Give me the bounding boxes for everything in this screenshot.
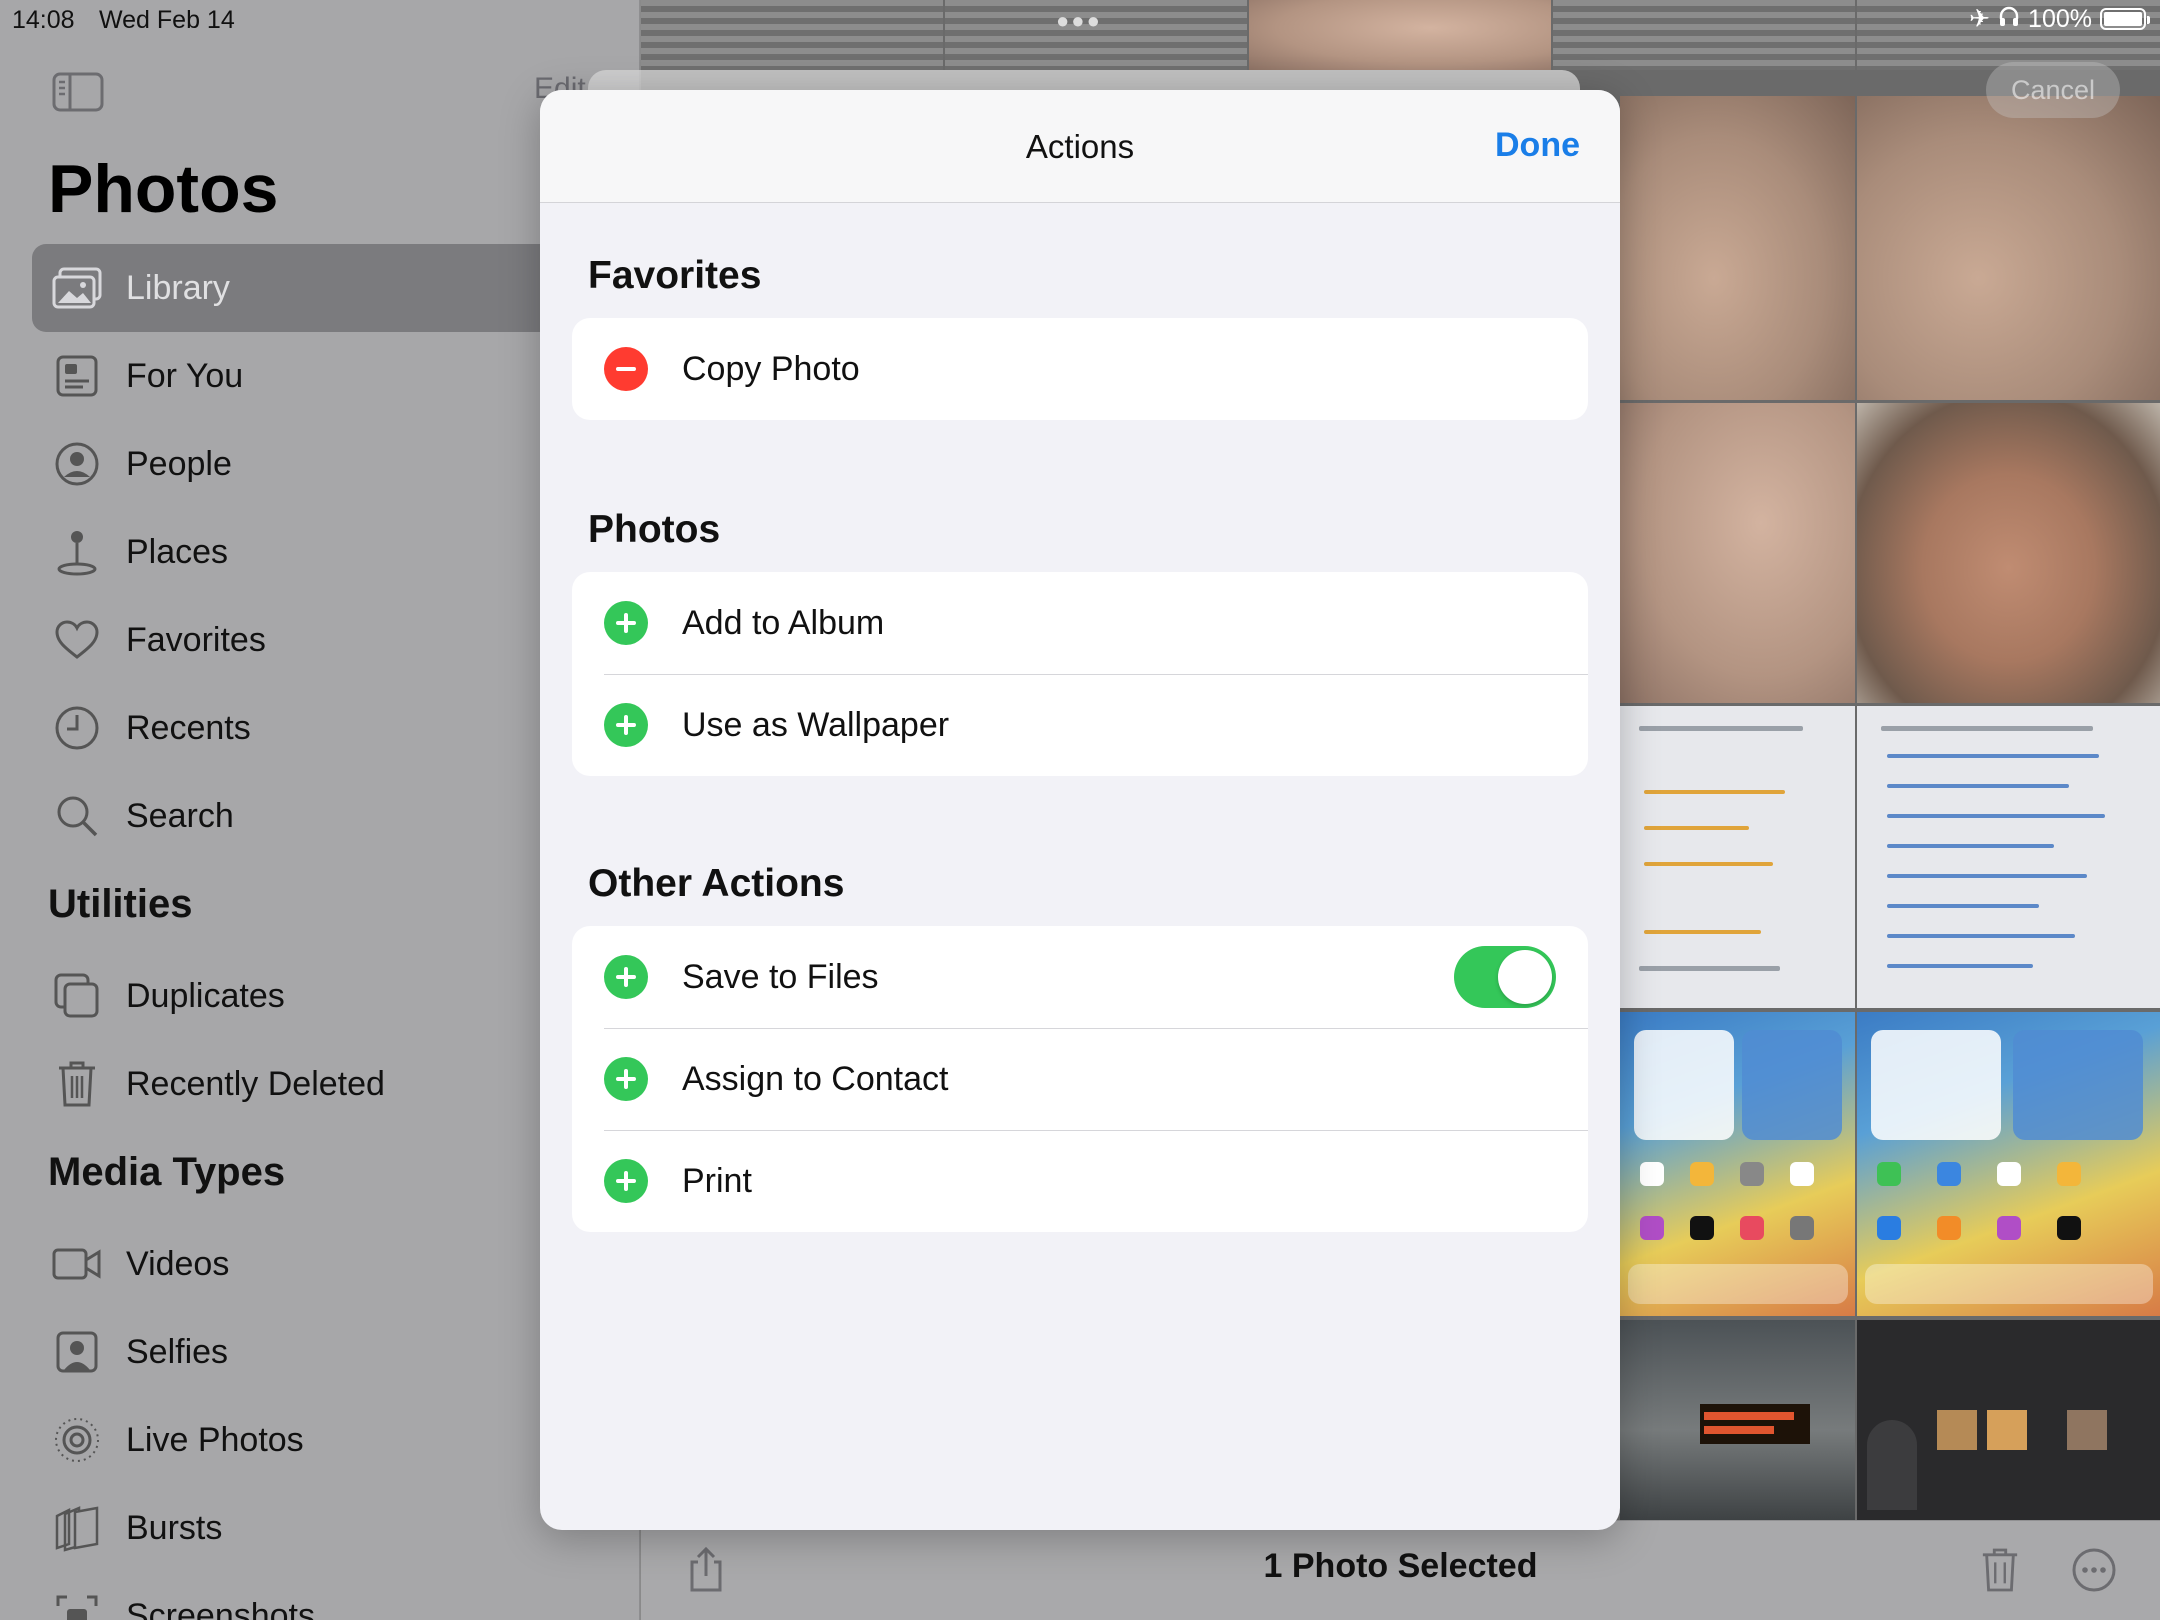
- sidebar-item-screenshots[interactable]: Screenshots: [32, 1572, 652, 1620]
- headphones-icon: [1998, 5, 2020, 34]
- media-types-section-title[interactable]: Media Types: [48, 1150, 285, 1195]
- photo-thumbnail[interactable]: [1857, 706, 2160, 1008]
- add-icon[interactable]: [604, 703, 648, 747]
- for-you-icon: [50, 349, 104, 403]
- action-label: Assign to Contact: [682, 1059, 949, 1098]
- trash-icon[interactable]: [1975, 1545, 2025, 1595]
- photo-thumbnail[interactable]: [1857, 1012, 2160, 1316]
- action-row-print[interactable]: Print: [572, 1130, 1588, 1232]
- screenshot-icon: [50, 1589, 104, 1620]
- sidebar-item-label: Duplicates: [126, 976, 285, 1015]
- action-row-assign-to-contact[interactable]: Assign to Contact: [572, 1028, 1588, 1130]
- bottom-toolbar: 1 Photo Selected: [641, 1520, 2160, 1620]
- sidebar-item-label: Live Photos: [126, 1420, 304, 1459]
- photo-thumbnail[interactable]: [1857, 96, 2160, 400]
- photo-thumbnail[interactable]: [1857, 403, 2160, 703]
- clock-icon: [50, 701, 104, 755]
- sidebar-item-label: Library: [126, 268, 230, 307]
- other-actions-group: Save to Files Assign to Contact Print: [572, 926, 1588, 1232]
- airplane-mode-icon: ✈: [1969, 5, 1991, 33]
- trash-icon: [50, 1057, 104, 1111]
- utilities-section-title[interactable]: Utilities: [48, 882, 192, 927]
- photo-thumbnail[interactable]: [1620, 96, 1855, 400]
- sidebar-item-label: Search: [126, 796, 234, 835]
- photos-group: Add to Album Use as Wallpaper: [572, 572, 1588, 776]
- action-label: Use as Wallpaper: [682, 705, 950, 744]
- sidebar-item-label: Favorites: [126, 620, 266, 659]
- photo-thumbnail[interactable]: [1620, 706, 1855, 1008]
- selfie-icon: [50, 1325, 104, 1379]
- actions-sheet: Actions Done Favorites Copy Photo Photos…: [540, 90, 1620, 1530]
- group-title-favorites: Favorites: [588, 254, 762, 297]
- favorites-group: Copy Photo: [572, 318, 1588, 420]
- action-row-copy-photo[interactable]: Copy Photo: [572, 318, 1588, 420]
- status-date: Wed Feb 14: [99, 6, 235, 34]
- sidebar-item-label: People: [126, 444, 232, 483]
- action-label: Add to Album: [682, 603, 885, 642]
- add-icon[interactable]: [604, 955, 648, 999]
- action-label: Save to Files: [682, 957, 879, 996]
- status-time: 14:08: [12, 6, 75, 34]
- sidebar-toggle-icon[interactable]: [52, 72, 104, 112]
- sheet-title: Actions: [1025, 128, 1135, 165]
- sidebar-item-label: Places: [126, 532, 229, 571]
- battery-icon: [2100, 8, 2150, 30]
- sidebar-item-label: Selfies: [126, 1332, 229, 1371]
- sidebar-item-label: Bursts: [126, 1508, 223, 1547]
- toggle-knob: [1498, 950, 1552, 1004]
- map-pin-icon: [50, 525, 104, 579]
- photo-library-icon: [50, 261, 104, 315]
- sidebar-item-label: For You: [126, 356, 244, 395]
- photo-thumbnail[interactable]: [1857, 1320, 2160, 1520]
- search-icon: [50, 789, 104, 843]
- selection-count: 1 Photo Selected: [1263, 1547, 1538, 1585]
- sidebar-item-label: Recently Deleted: [126, 1064, 385, 1103]
- sidebar-item-label: Recents: [126, 708, 251, 747]
- photo-thumbnail[interactable]: [1620, 1012, 1855, 1316]
- add-icon[interactable]: [604, 1159, 648, 1203]
- heart-icon: [50, 613, 104, 667]
- bursts-icon: [50, 1501, 104, 1555]
- person-circle-icon: [50, 437, 104, 491]
- action-label: Print: [682, 1161, 752, 1200]
- more-options-icon[interactable]: [2069, 1545, 2119, 1595]
- cancel-button[interactable]: Cancel: [1986, 62, 2120, 118]
- sheet-header: Actions Done: [540, 90, 1620, 203]
- duplicates-icon: [50, 969, 104, 1023]
- add-icon[interactable]: [604, 1057, 648, 1101]
- group-title-photos: Photos: [588, 508, 721, 551]
- action-row-use-as-wallpaper[interactable]: Use as Wallpaper: [572, 674, 1588, 776]
- done-button[interactable]: Done: [1495, 126, 1580, 165]
- sidebar-title: Photos: [48, 151, 279, 227]
- action-row-add-to-album[interactable]: Add to Album: [572, 572, 1588, 674]
- sidebar-item-label: Videos: [126, 1244, 230, 1283]
- status-bar: 14:08 Wed Feb 14 ●●● ✈ 100%: [0, 0, 2160, 40]
- photo-thumbnail[interactable]: [1620, 403, 1855, 703]
- live-photo-icon: [50, 1413, 104, 1467]
- save-to-files-toggle[interactable]: [1454, 946, 1556, 1008]
- sidebar-item-label: Screenshots: [126, 1596, 315, 1620]
- action-row-save-to-files[interactable]: Save to Files: [572, 926, 1588, 1028]
- multitasking-dots-icon[interactable]: ●●●: [1056, 8, 1102, 34]
- photo-thumbnail[interactable]: [1620, 1320, 1855, 1520]
- add-icon[interactable]: [604, 601, 648, 645]
- remove-icon[interactable]: [604, 347, 648, 391]
- group-title-other-actions: Other Actions: [588, 862, 845, 905]
- battery-percent: 100%: [2028, 4, 2092, 33]
- status-indicators: ✈ 100%: [1969, 4, 2150, 34]
- action-label: Copy Photo: [682, 349, 860, 388]
- video-icon: [50, 1237, 104, 1291]
